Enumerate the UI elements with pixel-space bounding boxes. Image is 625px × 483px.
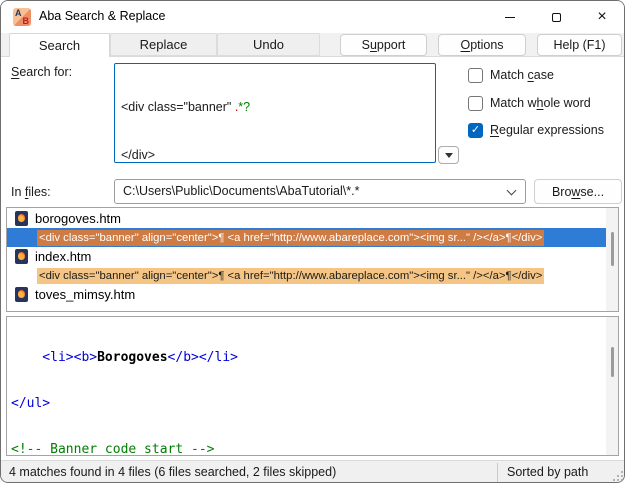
checkbox-unchecked-icon: [468, 68, 483, 83]
match-case-checkbox[interactable]: Match case: [468, 67, 554, 83]
preview-scrollbar[interactable]: [606, 317, 618, 455]
search-pattern-line1: <div class="banner" .*?: [121, 99, 429, 115]
match-whole-word-checkbox[interactable]: Match whole word: [468, 95, 591, 111]
title-bar[interactable]: AB Aba Search & Replace ×: [1, 1, 625, 33]
chevron-down-icon: [507, 186, 517, 196]
in-files-path: C:\Users\Public\Documents\AbaTutorial\*.…: [123, 180, 359, 203]
app-window: AB Aba Search & Replace × Search Replace…: [0, 0, 625, 483]
code-line: <!-- Banner code start -->: [11, 442, 618, 456]
code-line: <li><b>Borogoves</b></li>: [11, 350, 618, 365]
close-icon: ×: [597, 9, 606, 25]
file-row[interactable]: borogoves.htm: [7, 209, 608, 228]
code-line: </ul>: [11, 396, 618, 411]
html-file-icon: [15, 249, 28, 264]
app-logo-icon: AB: [13, 8, 31, 26]
maximize-icon: [552, 13, 561, 22]
options-button[interactable]: Options: [438, 34, 526, 56]
html-file-icon: [15, 287, 28, 302]
in-files-label: In files:: [11, 185, 51, 199]
status-sort-text: Sorted by path: [507, 461, 588, 483]
status-divider: [497, 463, 498, 482]
checkbox-unchecked-icon: [468, 96, 483, 111]
browse-button[interactable]: Browse...: [534, 179, 622, 204]
file-row[interactable]: toves_mimsy.htm: [7, 285, 608, 304]
results-scrollbar[interactable]: [606, 208, 618, 311]
dropdown-arrow-icon: [445, 153, 453, 158]
maximize-button[interactable]: [533, 1, 579, 33]
help-button[interactable]: Help (F1): [537, 34, 622, 56]
search-for-label: Search for:: [11, 65, 72, 79]
match-row[interactable]: <div class="banner" align="center">¶ <a …: [7, 266, 608, 285]
minimize-icon: [505, 17, 515, 18]
match-row-selected[interactable]: <div class="banner" align="center">¶ <a …: [7, 228, 608, 247]
window-title: Aba Search & Replace: [39, 9, 165, 23]
in-files-combobox[interactable]: C:\Users\Public\Documents\AbaTutorial\*.…: [114, 179, 526, 204]
html-file-icon: [15, 211, 28, 226]
file-row[interactable]: index.htm: [7, 247, 608, 266]
tab-search[interactable]: Search: [9, 33, 110, 57]
preview-pane[interactable]: <li><b>Borogoves</b></li> </ul> <!-- Ban…: [6, 316, 619, 456]
search-input[interactable]: <div class="banner" .*? </div>: [114, 63, 436, 163]
close-button[interactable]: ×: [579, 1, 625, 33]
tab-strip: Search Replace Undo Support Options Help…: [1, 33, 625, 57]
regular-expressions-checkbox[interactable]: ✓ Regular expressions: [468, 122, 604, 138]
resize-grip-icon[interactable]: [621, 479, 623, 481]
minimize-button[interactable]: [487, 1, 533, 33]
match-text-highlight: <div class="banner" align="center">¶ <a …: [37, 230, 544, 246]
status-bar: 4 matches found in 4 files (6 files sear…: [1, 460, 625, 483]
scrollbar-thumb[interactable]: [611, 347, 614, 377]
tab-replace[interactable]: Replace: [110, 33, 217, 56]
results-list: borogoves.htm <div class="banner" align=…: [6, 207, 619, 312]
search-history-dropdown-button[interactable]: [438, 146, 459, 164]
support-button[interactable]: Support: [340, 34, 427, 56]
tab-undo[interactable]: Undo: [217, 33, 320, 56]
status-matches-text: 4 matches found in 4 files (6 files sear…: [9, 461, 336, 483]
match-text-highlight: <div class="banner" align="center">¶ <a …: [37, 268, 544, 284]
search-pattern-line2: </div>: [121, 147, 429, 163]
scrollbar-thumb[interactable]: [611, 232, 614, 266]
checkbox-checked-icon: ✓: [468, 123, 483, 138]
